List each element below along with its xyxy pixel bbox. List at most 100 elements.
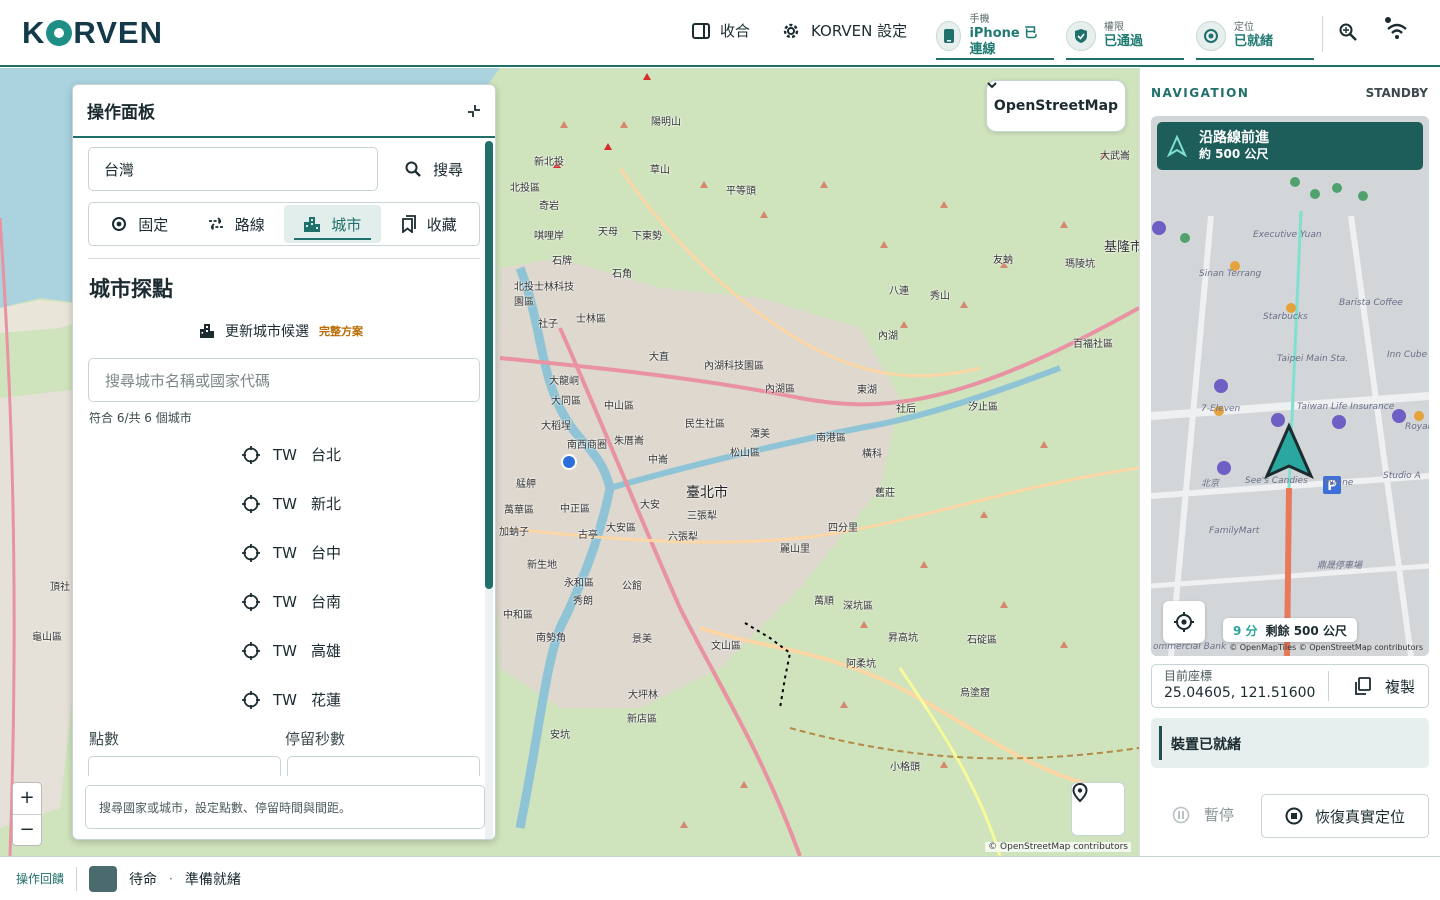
mode-tabs: 固定 路線 城市 收藏 <box>88 202 480 246</box>
city-code: TW <box>273 641 297 660</box>
map-label: 公館 <box>622 581 642 592</box>
buildings-icon <box>200 324 214 338</box>
tab-fixed[interactable]: 固定 <box>91 205 188 243</box>
device-status-box: 裝置已就緒 <box>1151 718 1429 768</box>
tab-favorites[interactable]: 收藏 <box>381 205 478 243</box>
city-list: TW 台北 TW 新北 TW 台中 TW 台南 TW 高雄 TW 花蓮 <box>241 430 341 724</box>
match-count: 符合 6/共 6 個城市 <box>89 411 192 425</box>
location-target-icon <box>1196 21 1226 51</box>
city-name: 高雄 <box>311 642 342 660</box>
navigation-map-attribution[interactable]: © OpenMapTiles © OpenStreetMap contribut… <box>1229 643 1423 652</box>
banner-subtitle: 約 500 公尺 <box>1199 147 1269 161</box>
poi-label: Taiwan Life Insurance <box>1297 402 1395 412</box>
map-label: 文山區 <box>711 641 741 652</box>
map-label: 內湖科技園區 <box>704 361 764 372</box>
map-attribution[interactable]: © OpenStreetMap contributors <box>985 842 1131 852</box>
chevron-down-icon <box>987 82 997 89</box>
zoom-out-button[interactable]: − <box>13 815 41 847</box>
map-label: 新生地 <box>527 560 557 571</box>
restore-real-location-button[interactable]: 恢復真實定位 <box>1261 794 1429 838</box>
map-label: 小格頭 <box>890 762 920 773</box>
phone-status[interactable]: 手機 iPhone 已連線 <box>936 14 1054 60</box>
stay-seconds-label: 停留秒數 <box>285 730 346 748</box>
crosshair-icon <box>242 592 260 611</box>
map-label: 三張犁 <box>687 511 717 522</box>
city-name: 花蓮 <box>311 691 342 709</box>
navigation-map-tiles: P <box>1151 116 1429 656</box>
banner-title: 沿路線前進 <box>1199 130 1269 146</box>
map-label: 友蚋 <box>993 255 1013 266</box>
tab-route[interactable]: 路線 <box>188 205 285 243</box>
map-label: 基隆市 <box>1104 240 1139 255</box>
collapse-label: 收合 <box>720 22 751 40</box>
city-name: 台南 <box>311 593 342 611</box>
tab-city[interactable]: 城市 <box>284 205 381 243</box>
update-city-candidates-button[interactable]: 更新城市候選 完整方案 <box>199 321 363 341</box>
recenter-button[interactable] <box>1163 601 1205 643</box>
zoom-in-button[interactable]: + <box>13 783 41 815</box>
map-layer-select[interactable]: OpenStreetMap <box>986 80 1126 132</box>
map-label: 士林區 <box>576 314 606 325</box>
stay-seconds-field[interactable] <box>287 756 480 776</box>
city-code: TW <box>273 592 297 611</box>
city-option[interactable]: TW 高雄 <box>241 626 341 675</box>
minimize-icon[interactable] <box>467 104 481 118</box>
top-bar: K RVEN 收合 KORVEN 設定 手機 iPhone 已連線 權限 已通過 定位… <box>0 0 1440 67</box>
map-label: 中和區 <box>503 610 533 621</box>
map-label: 大安區 <box>606 523 636 534</box>
permission-status[interactable]: 權限 已通過 <box>1066 14 1184 60</box>
search-button[interactable]: 搜尋 <box>388 147 480 191</box>
map-label: 萬順 <box>814 596 834 607</box>
city-option[interactable]: TW 台中 <box>241 528 341 577</box>
copy-button[interactable]: 複製 <box>1328 671 1415 701</box>
poi-label: Inn Cube <box>1387 350 1428 360</box>
poi-label: 7-Eleven <box>1201 404 1241 414</box>
panel-scrollbar[interactable] <box>485 141 493 839</box>
map-label: 中正區 <box>560 504 590 515</box>
navigation-state: STANDBY <box>1365 86 1428 100</box>
map-label: 民生社區 <box>685 419 725 430</box>
settings-button[interactable]: KORVEN 設定 <box>781 20 907 41</box>
map-label: 秀山 <box>930 291 950 302</box>
map-label: 大稻埕 <box>541 421 571 432</box>
map-label: 中山區 <box>604 401 634 412</box>
city-option[interactable]: TW 花蓮 <box>241 675 341 724</box>
map-label: 新店區 <box>627 714 657 725</box>
scrollbar-thumb[interactable] <box>485 141 493 589</box>
poi-label: 鼎晟停車場 <box>1317 561 1363 571</box>
collapse-button[interactable]: 收合 <box>692 20 750 41</box>
panel-divider <box>88 258 480 259</box>
crosshair-icon <box>242 690 260 709</box>
coordinate-value: 25.04605, 121.51600 <box>1164 685 1316 701</box>
search-location-button[interactable] <box>1338 22 1358 46</box>
current-coordinate: 目前座標 25.04605, 121.51600 複製 <box>1151 664 1429 708</box>
map-label: 大坪林 <box>628 690 658 701</box>
points-field[interactable] <box>88 756 281 776</box>
city-option[interactable]: TW 台北 <box>241 430 341 479</box>
coordinate-label: 目前座標 <box>1164 669 1213 683</box>
city-option[interactable]: TW 台南 <box>241 577 341 626</box>
stop-icon <box>1285 807 1303 825</box>
drop-pin-button[interactable] <box>1071 782 1125 836</box>
navigation-map[interactable]: P 沿路線前進約 500 公尺 Executive Yuan Sinan Ter… <box>1151 116 1429 656</box>
location-status-value: 已就緒 <box>1234 34 1274 49</box>
map-label: 百福社區 <box>1073 339 1113 350</box>
crosshair-icon <box>242 641 260 660</box>
location-status[interactable]: 定位 已就緒 <box>1196 14 1314 60</box>
wifi-status[interactable] <box>1384 16 1410 46</box>
map-label: 平等頭 <box>726 186 756 197</box>
pause-button[interactable]: 暫停 <box>1172 804 1234 825</box>
city-option[interactable]: TW 新北 <box>241 479 341 528</box>
city-search-input[interactable]: 搜尋城市名稱或國家代碼 <box>88 358 480 402</box>
map-label: 烏塗窟 <box>960 688 990 699</box>
map-label: 陽明山 <box>651 117 681 128</box>
zoom-control: + − <box>12 782 42 846</box>
city-name: 台北 <box>311 446 342 464</box>
map-label: 朱厝崙 <box>614 436 644 447</box>
map-label: 舊莊 <box>875 488 895 499</box>
poi-label: Starbucks <box>1263 312 1308 322</box>
map-label: 南港區 <box>816 433 846 444</box>
country-search-input[interactable]: 台灣 <box>88 147 378 191</box>
poi-label: Studio A <box>1383 471 1421 481</box>
map-label: 安坑 <box>550 730 570 741</box>
